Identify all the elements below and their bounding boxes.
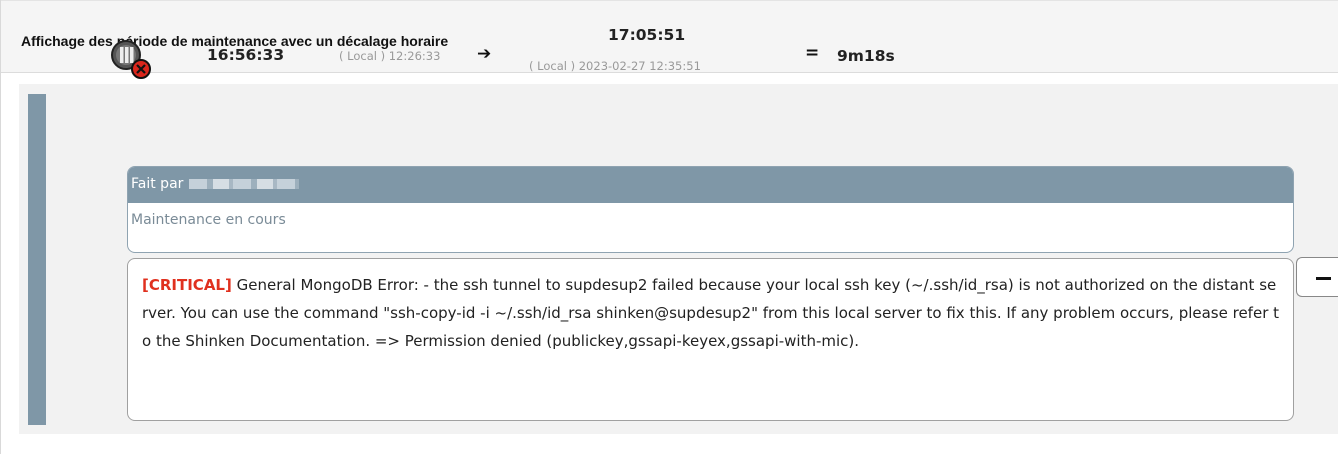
entry-status-bar [28, 94, 46, 425]
arrow-right-icon: ➔ [477, 44, 492, 64]
start-local-time: ( Local ) 12:26:33 [339, 49, 441, 63]
end-time: 17:05:51 [608, 26, 686, 44]
collapse-button[interactable] [1296, 257, 1338, 297]
duration: 9m18s [837, 47, 895, 65]
end-local-time: ( Local ) 2023-02-27 12:35:51 [529, 59, 701, 73]
equals-sign: = [805, 43, 820, 63]
maintenance-info-box: Fait par Maintenance en cours [127, 166, 1294, 253]
check-output-box: [CRITICAL] General MongoDB Error: - the … [127, 258, 1294, 421]
redacted-user-name [189, 179, 300, 189]
maintenance-status: Maintenance en cours [131, 212, 286, 228]
maintenance-panel: Affichage des période de maintenance ave… [0, 0, 1338, 454]
maintenance-times: 16:56:33 ( Local ) 12:26:33 ➔ 17:05:51 (… [1, 0, 1338, 90]
minus-icon [1316, 277, 1331, 280]
output-severity: [CRITICAL] [142, 276, 232, 294]
done-by-row: Fait par [128, 167, 1293, 203]
done-by-label: Fait par [131, 176, 184, 192]
start-time: 16:56:33 [207, 46, 285, 64]
output-message: General MongoDB Error: - the ssh tunnel … [142, 276, 1280, 350]
